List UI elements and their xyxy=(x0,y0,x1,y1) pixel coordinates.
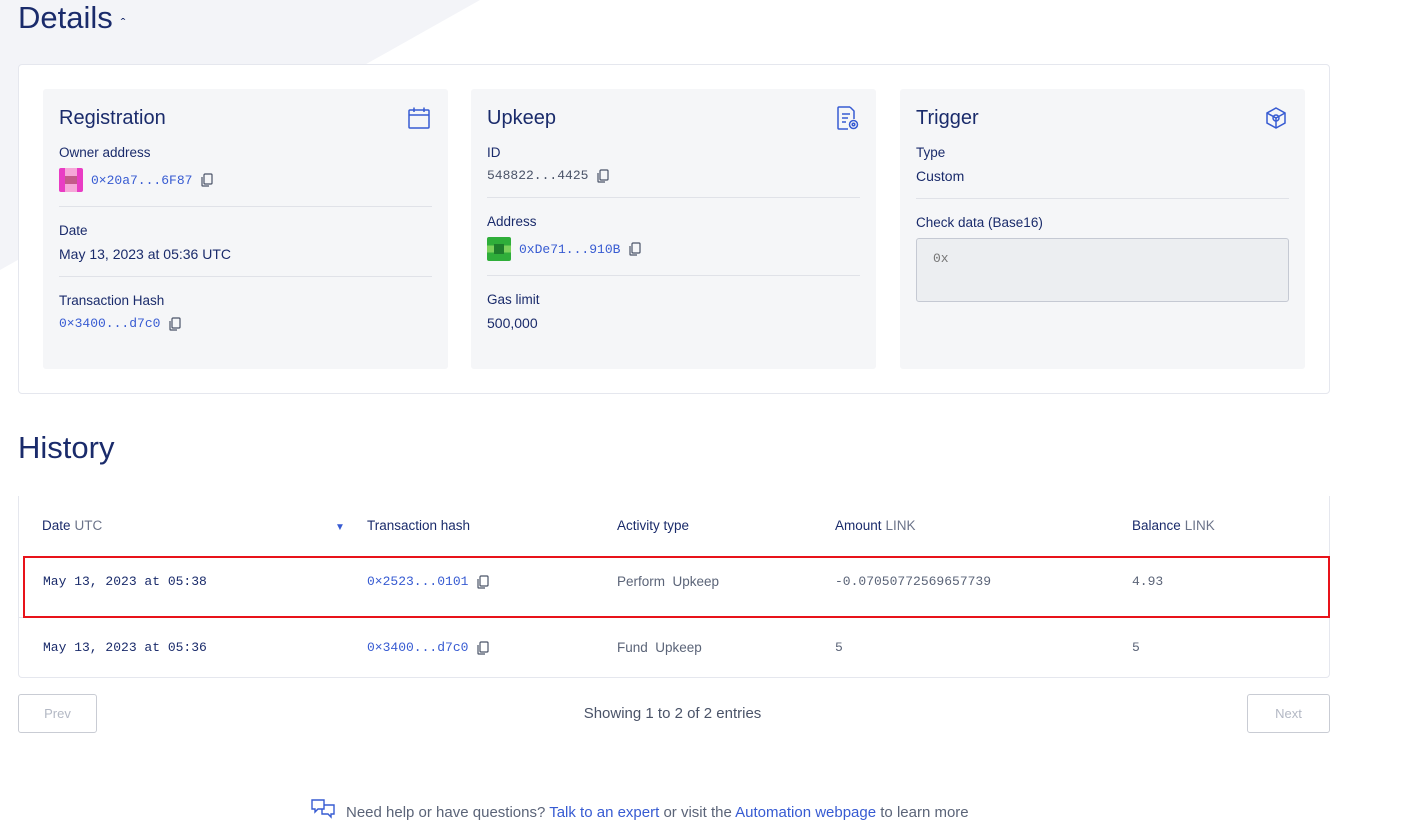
owner-avatar xyxy=(59,168,83,192)
row-tx-cell: 0×2523...0101 xyxy=(367,574,490,589)
copy-icon[interactable] xyxy=(476,574,490,589)
upkeep-address-field: Address 0xDe71...910B xyxy=(487,214,860,261)
column-header-amount-label: Amount xyxy=(835,518,882,533)
column-header-amount: Amount LINK xyxy=(835,518,916,533)
chat-bubbles-icon xyxy=(310,798,336,822)
automation-webpage-link[interactable]: Automation webpage xyxy=(735,804,876,821)
details-title-text: Details xyxy=(18,0,113,35)
owner-address-link[interactable]: 0×20a7...6F87 xyxy=(91,173,192,188)
registration-panel: Registration Owner address 0×20a7...6F87 xyxy=(43,89,448,369)
divider xyxy=(487,275,860,276)
upkeep-id-label: ID xyxy=(487,145,501,160)
column-header-date-label: Date xyxy=(42,518,71,533)
row-activity: Perform Upkeep xyxy=(617,574,720,589)
trigger-type-value: Custom xyxy=(916,168,965,184)
upkeep-address-link[interactable]: 0xDe71...910B xyxy=(519,242,620,257)
divider xyxy=(59,206,432,207)
date-label: Date xyxy=(59,223,88,238)
help-prefix: Need help or have questions? xyxy=(346,803,546,821)
column-header-activity: Activity type xyxy=(617,518,690,533)
date-field: Date May 13, 2023 at 05:36 UTC xyxy=(59,223,432,262)
help-middle: or visit the xyxy=(663,803,732,821)
divider xyxy=(59,276,432,277)
table-row: May 13, 2023 at 05:36 0×3400...d7c0 Fund… xyxy=(19,618,1329,684)
column-header-balance-unit: LINK xyxy=(1184,518,1215,533)
details-section-title[interactable]: Details ˆ xyxy=(18,0,125,36)
upkeep-id-value: 548822...4425 xyxy=(487,168,589,183)
cube-icon xyxy=(1263,105,1289,131)
transaction-hash-field: Transaction Hash 0×3400...d7c0 xyxy=(59,293,432,331)
help-suffix: to learn more xyxy=(880,803,969,821)
row-activity: Fund Upkeep xyxy=(617,640,702,655)
history-title: History xyxy=(18,430,115,465)
divider xyxy=(487,197,860,198)
copy-icon[interactable] xyxy=(200,173,214,187)
transaction-hash-label: Transaction Hash xyxy=(59,293,165,308)
row-amount: -0.07050772569657739 xyxy=(835,574,992,589)
column-header-date-unit: UTC xyxy=(74,518,103,533)
copy-icon[interactable] xyxy=(168,316,182,331)
row-tx-link[interactable]: 0×3400...d7c0 xyxy=(367,640,468,655)
row-date: May 13, 2023 at 05:36 xyxy=(43,640,207,655)
history-table: Date UTC ▼ Transaction hash Activity type… xyxy=(18,496,1330,678)
table-row: May 13, 2023 at 05:38 0×2523...0101 Perf… xyxy=(19,552,1329,618)
copy-icon[interactable] xyxy=(596,168,610,183)
column-header-balance-label: Balance xyxy=(1132,518,1181,533)
owner-address-label: Owner address xyxy=(59,145,151,160)
registration-title: Registration xyxy=(59,106,166,129)
upkeep-id-field: ID 548822...4425 xyxy=(487,145,860,183)
gas-limit-value: 500,000 xyxy=(487,315,538,331)
calendar-icon xyxy=(406,105,432,131)
trigger-title: Trigger xyxy=(916,106,979,129)
check-data-field: Check data (Base16) xyxy=(916,215,1289,307)
document-settings-icon xyxy=(834,105,860,131)
gas-limit-label: Gas limit xyxy=(487,292,540,307)
row-date: May 13, 2023 at 05:38 xyxy=(43,574,207,589)
row-tx-cell: 0×3400...d7c0 xyxy=(367,640,490,655)
gas-limit-field: Gas limit 500,000 xyxy=(487,292,860,331)
row-balance: 5 xyxy=(1132,640,1140,655)
copy-icon[interactable] xyxy=(476,640,490,655)
date-value: May 13, 2023 at 05:36 UTC xyxy=(59,246,231,262)
upkeep-title: Upkeep xyxy=(487,106,556,129)
check-data-label: Check data (Base16) xyxy=(916,215,1043,230)
row-tx-link[interactable]: 0×2523...0101 xyxy=(367,574,468,589)
trigger-type-field: Type Custom xyxy=(916,145,1289,184)
trigger-panel: Trigger Type Custom Check data (Base16) xyxy=(900,89,1305,369)
next-button[interactable]: Next xyxy=(1247,694,1330,733)
copy-icon[interactable] xyxy=(628,242,642,256)
pagination-status: Showing 1 to 2 of 2 entries xyxy=(583,705,762,722)
help-footer: Need help or have questions? Talk to an … xyxy=(310,798,969,822)
column-header-amount-unit: LINK xyxy=(885,518,916,533)
divider xyxy=(916,198,1289,199)
upkeep-avatar xyxy=(487,237,511,261)
transaction-hash-link[interactable]: 0×3400...d7c0 xyxy=(59,316,160,331)
check-data-textarea[interactable] xyxy=(916,238,1289,302)
row-amount: 5 xyxy=(835,640,843,655)
caret-up-icon[interactable]: ˆ xyxy=(121,15,126,31)
details-card: Registration Owner address 0×20a7...6F87 xyxy=(18,64,1330,394)
column-header-tx: Transaction hash xyxy=(367,518,471,533)
talk-to-expert-link[interactable]: Talk to an expert xyxy=(549,804,659,821)
upkeep-address-label: Address xyxy=(487,214,537,229)
owner-address-field: Owner address 0×20a7...6F87 xyxy=(59,145,432,192)
trigger-type-label: Type xyxy=(916,145,946,160)
column-header-balance: Balance LINK xyxy=(1132,518,1215,533)
row-balance: 4.93 xyxy=(1132,574,1164,589)
column-header-date[interactable]: Date UTC xyxy=(42,518,102,533)
sort-descending-icon[interactable]: ▼ xyxy=(335,522,345,533)
upkeep-panel: Upkeep ID 548822...4425 Address 0xDe71..… xyxy=(471,89,876,369)
